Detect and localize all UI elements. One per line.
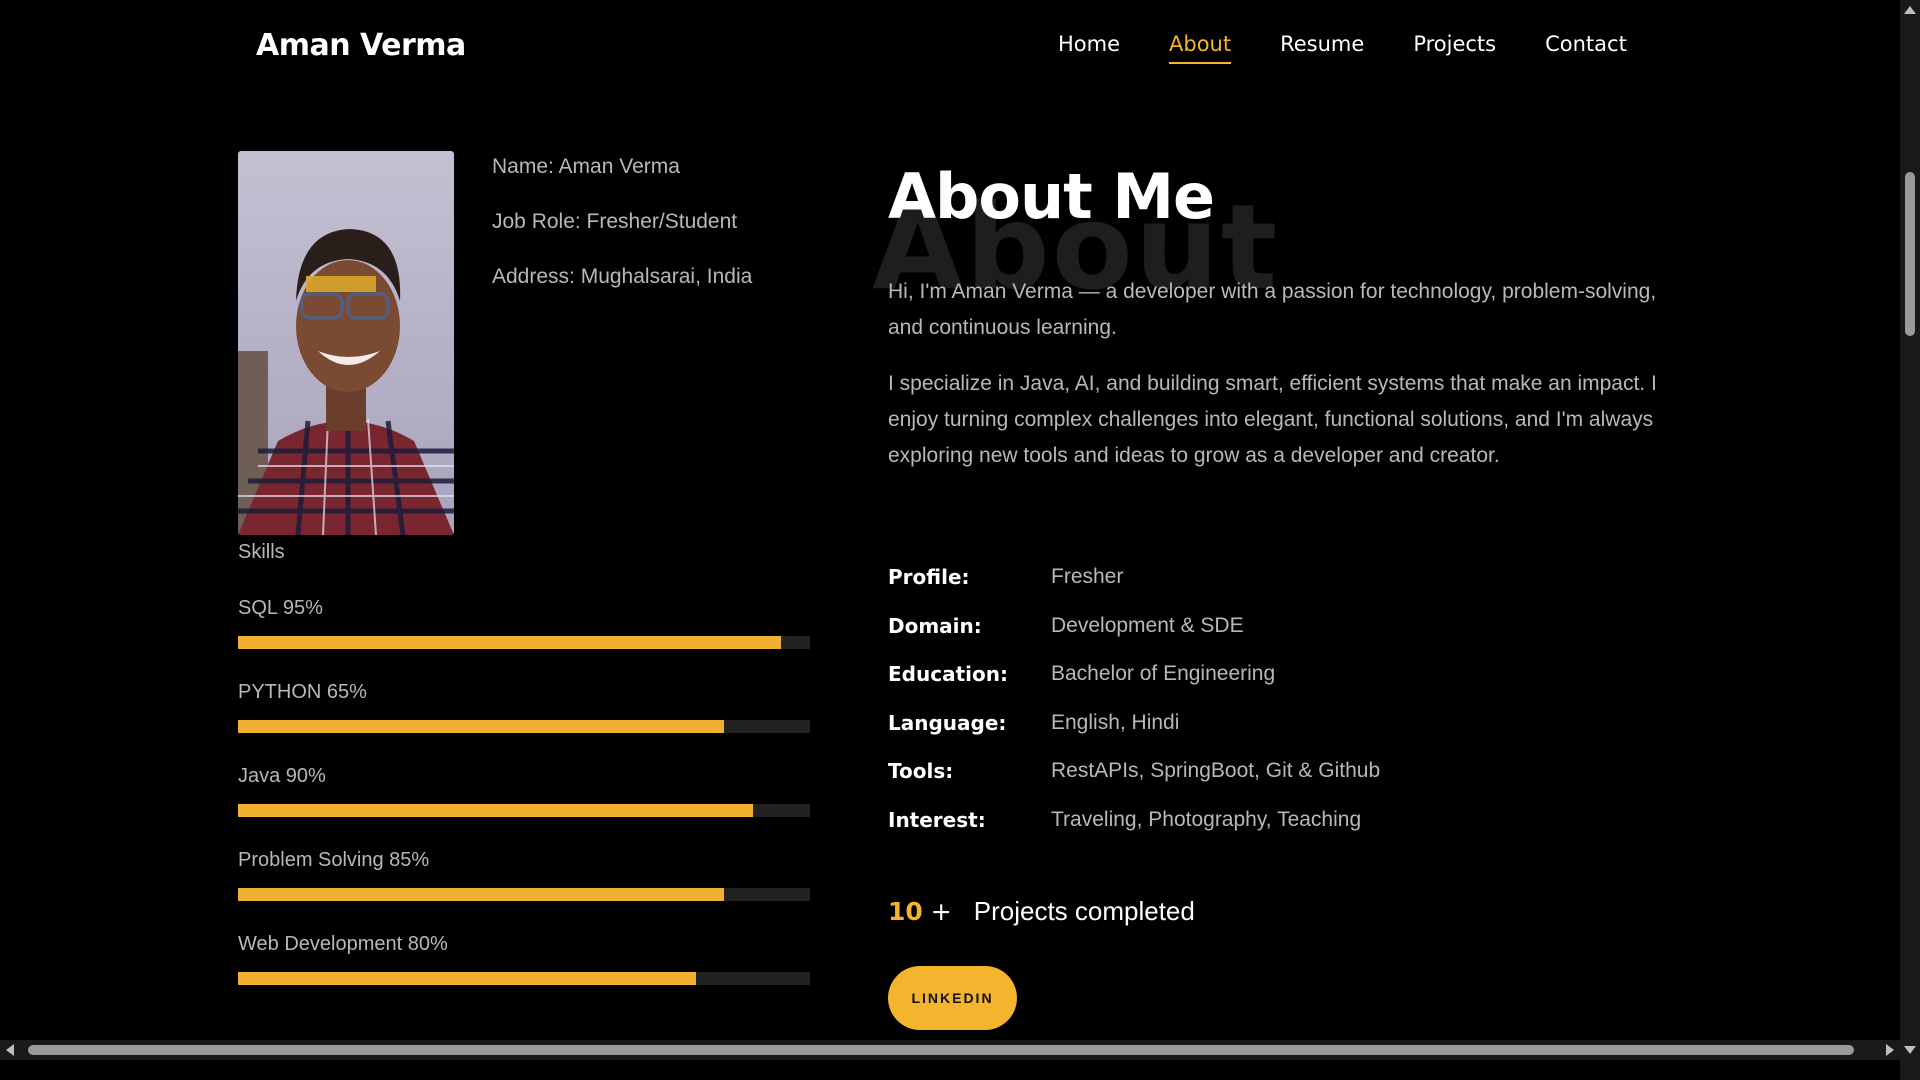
skill-label: Java 90%	[238, 765, 326, 787]
detail-key: Education:	[888, 662, 1008, 687]
counter-number: 10	[888, 897, 923, 926]
profile-job-role: Job Role: Fresher/Student	[492, 210, 738, 233]
detail-row: Interest: Traveling, Photography, Teachi…	[888, 808, 1380, 857]
counter-plus: +	[930, 897, 952, 926]
nav-contact[interactable]: Contact	[1545, 32, 1627, 64]
skill-item: Web Development 80%	[238, 933, 810, 1017]
skill-progress-track	[238, 720, 810, 733]
detail-key: Language:	[888, 710, 1007, 735]
skill-progress-fill	[238, 972, 696, 985]
counter-label: Projects completed	[973, 896, 1195, 926]
scroll-up-icon[interactable]	[1904, 6, 1916, 14]
detail-value: Development & SDE	[1051, 613, 1244, 637]
detail-key: Interest:	[888, 807, 986, 832]
skill-label: Problem Solving 85%	[238, 849, 430, 871]
detail-value: Fresher	[1051, 565, 1124, 588]
scroll-right-icon[interactable]	[1886, 1044, 1894, 1056]
detail-value: Traveling, Photography, Teaching	[1051, 807, 1362, 831]
skill-progress-fill	[238, 804, 753, 817]
bio-paragraph: Hi, I'm Aman Verma — a developer with a …	[888, 280, 1657, 339]
detail-key: Profile:	[888, 565, 970, 589]
about-title: About Me	[888, 160, 1215, 233]
detail-row: Tools: RestAPIs, SpringBoot, Git & Githu…	[888, 759, 1380, 808]
detail-value: RestAPIs, SpringBoot, Git & Github	[1051, 759, 1381, 783]
profile-name: Name: Aman Verma	[492, 155, 680, 178]
skill-item: SQL 95%	[238, 597, 810, 681]
vertical-scrollbar[interactable]	[1900, 0, 1920, 1060]
nav-projects[interactable]: Projects	[1413, 32, 1496, 64]
brand-logo[interactable]: Aman Verma	[256, 28, 466, 63]
detail-row: Profile: Fresher	[888, 565, 1380, 614]
detail-row: Domain: Development & SDE	[888, 614, 1380, 663]
vertical-scroll-thumb[interactable]	[1905, 172, 1915, 336]
horizontal-scrollbar[interactable]	[0, 1040, 1900, 1060]
profile-address: Address: Mughalsarai, India	[492, 265, 753, 288]
scroll-down-icon[interactable]	[1904, 1046, 1916, 1054]
skills-list: SQL 95% PYTHON 65% Java 90% Problem Solv…	[238, 597, 810, 1017]
projects-counter: 10 + Projects completed	[888, 896, 1195, 927]
detail-row: Language: English, Hindi	[888, 711, 1380, 760]
skill-item: PYTHON 65%	[238, 681, 810, 765]
skill-label: Web Development 80%	[238, 933, 448, 955]
detail-value: English, Hindi	[1051, 710, 1180, 734]
scroll-left-icon[interactable]	[6, 1044, 14, 1056]
profile-photo	[238, 151, 454, 535]
about-details: Profile: Fresher Domain: Development & S…	[888, 565, 1380, 857]
skill-item: Java 90%	[238, 765, 810, 849]
nav-resume[interactable]: Resume	[1280, 32, 1364, 64]
skill-progress-fill	[238, 888, 725, 901]
detail-row: Education: Bachelor of Engineering	[888, 662, 1380, 711]
detail-value: Bachelor of Engineering	[1051, 662, 1276, 686]
skill-label: SQL 95%	[238, 597, 323, 619]
main-nav: Home About Resume Projects Contact	[1058, 32, 1676, 64]
profile-info: Name: Aman Verma Job Role: Fresher/Stude…	[492, 155, 752, 320]
nav-about[interactable]: About	[1169, 32, 1232, 64]
nav-home[interactable]: Home	[1058, 32, 1120, 64]
linkedin-button[interactable]: LINKEDIN	[888, 966, 1017, 1030]
page: Aman Verma Home About Resume Projects Co…	[0, 0, 1900, 1060]
bio-paragraph: I specialize in Java, AI, and building s…	[888, 372, 1657, 467]
skill-progress-track	[238, 888, 810, 901]
skills-heading: Skills	[238, 541, 285, 563]
skill-progress-track	[238, 972, 810, 985]
detail-key: Tools:	[888, 759, 954, 784]
skill-progress-fill	[238, 636, 782, 649]
skill-item: Problem Solving 85%	[238, 849, 810, 933]
skill-progress-track	[238, 804, 810, 817]
skill-progress-fill	[238, 720, 725, 733]
skill-label: PYTHON 65%	[238, 681, 367, 703]
skill-progress-track	[238, 636, 810, 649]
detail-key: Domain:	[888, 613, 982, 638]
scrollbar-corner	[1900, 1060, 1920, 1080]
horizontal-scroll-thumb[interactable]	[28, 1045, 1854, 1055]
about-bio: Hi, I'm Aman Verma — a developer with a …	[888, 274, 1658, 494]
